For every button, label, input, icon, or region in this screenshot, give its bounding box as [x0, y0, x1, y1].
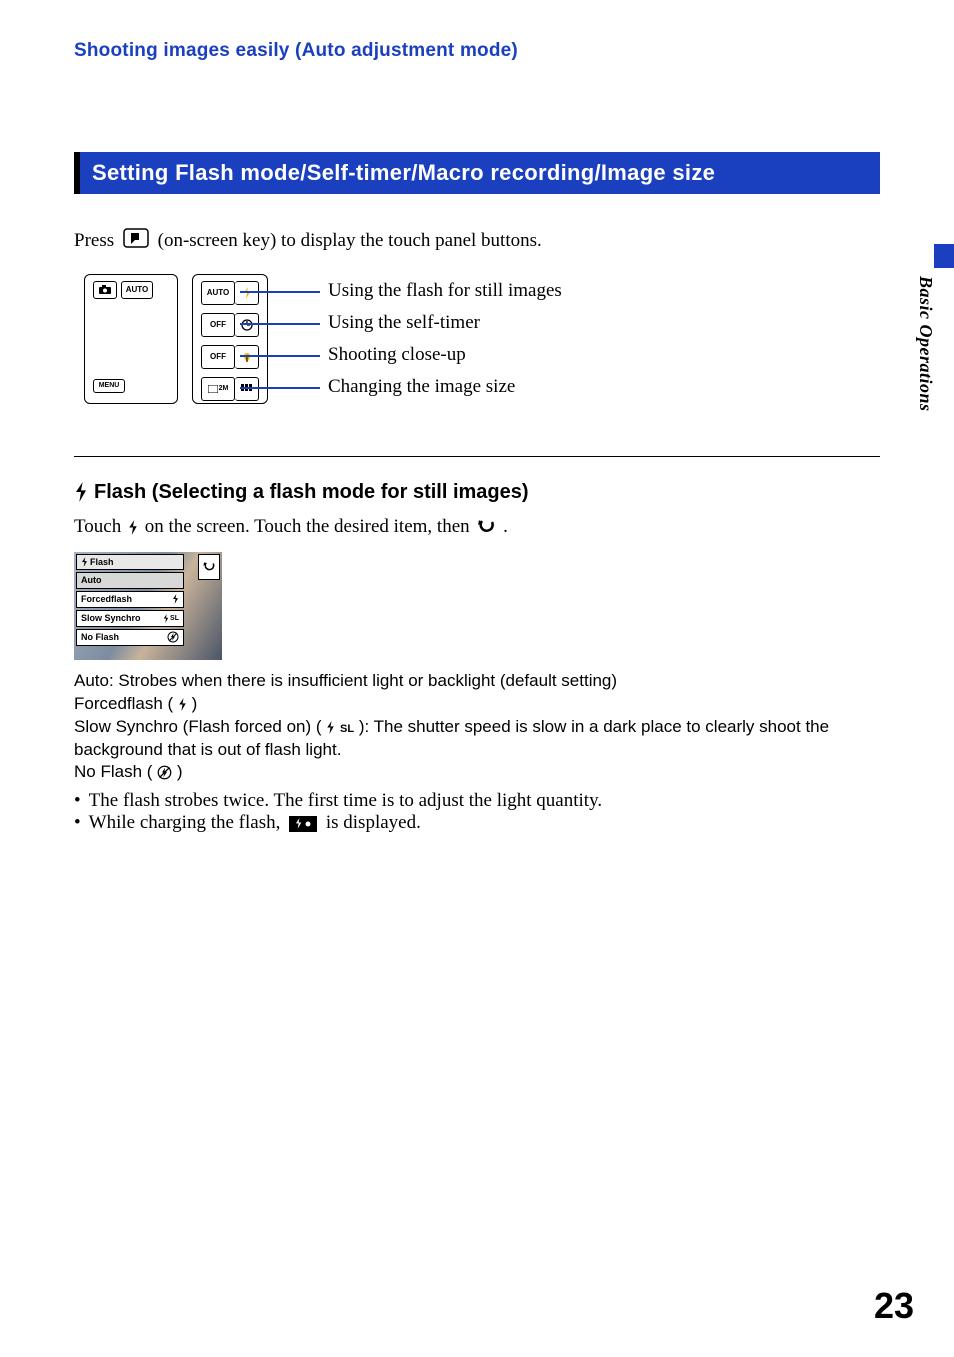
- desc-noflash: No Flash ( ): [74, 761, 880, 784]
- screen-before: AUTO MENU: [84, 274, 178, 404]
- callout-line: [240, 291, 320, 293]
- flash-subheading-text: Flash (Selecting a flash mode for still …: [94, 481, 529, 504]
- section-title-bar: Setting Flash mode/Self-timer/Macro reco…: [74, 152, 880, 194]
- touch-text-3: .: [503, 516, 508, 537]
- flash-menu-header: Flash: [76, 554, 184, 570]
- sl-suffix: SL: [170, 615, 179, 622]
- press-text-after: (on-screen key) to display the touch pan…: [158, 230, 542, 251]
- self-timer-icon: [235, 313, 259, 337]
- press-text-before: Press: [74, 230, 119, 251]
- touch-text-2: on the screen. Touch the desired item, t…: [145, 516, 475, 537]
- image-size-text: 2M: [219, 385, 229, 392]
- desc-slowsync-1: Slow Synchro (Flash forced on) ( SL ): T…: [74, 716, 880, 739]
- screen-after: AUTO OFF OFF 2M: [192, 274, 268, 404]
- running-head: Shooting images easily (Auto adjustment …: [74, 40, 880, 62]
- flash-icon: [163, 614, 169, 623]
- flash-option-slowsync: Slow Synchro SL: [76, 610, 184, 627]
- flash-menu-header-text: Flash: [90, 557, 114, 567]
- note-2: • While charging the flash, is displayed…: [74, 812, 880, 834]
- notes-list: •The flash strobes twice. The first time…: [74, 790, 880, 834]
- callout-macro: Shooting close-up: [328, 344, 466, 366]
- desc-forcedflash: Forcedflash ( ): [74, 693, 880, 716]
- return-icon: [476, 519, 496, 535]
- divider: [74, 456, 880, 457]
- flash-descriptions: Auto: Strobes when there is insufficient…: [74, 670, 880, 785]
- note-1: •The flash strobes twice. The first time…: [74, 790, 880, 812]
- back-button: [198, 554, 220, 580]
- desc-slowsync-2: background that is out of flash light.: [74, 739, 880, 762]
- image-size-row: 2M: [201, 377, 259, 401]
- flash-icon: [178, 698, 187, 711]
- menu-button: MENU: [93, 379, 125, 393]
- thumb-tab: [934, 244, 954, 268]
- flash-icon: [74, 482, 88, 502]
- flash-icon: [326, 721, 335, 734]
- callout-imagesize: Changing the image size: [328, 376, 515, 398]
- self-timer-row: OFF: [201, 313, 259, 337]
- flash-icon: [128, 520, 138, 535]
- flash-mode-label: AUTO: [201, 281, 235, 305]
- no-flash-icon: [157, 765, 172, 780]
- macro-label: OFF: [201, 345, 235, 369]
- flash-subheading: Flash (Selecting a flash mode for still …: [74, 481, 880, 504]
- image-quality-icon: [235, 377, 259, 401]
- touch-panel-diagram: AUTO MENU AUTO OFF OFF: [74, 274, 880, 424]
- callout-line: [240, 387, 320, 389]
- macro-row: OFF: [201, 345, 259, 369]
- side-section-label: Basic Operations: [915, 276, 936, 412]
- flash-charging-icon: [289, 816, 317, 832]
- auto-mode-button: AUTO: [121, 281, 153, 299]
- callout-line: [240, 355, 320, 357]
- callout-line: [240, 323, 320, 325]
- touch-instruction: Touch on the screen. Touch the desired i…: [74, 516, 880, 538]
- sl-suffix: SL: [340, 723, 354, 735]
- desc-auto: Auto: Strobes when there is insufficient…: [74, 670, 880, 693]
- camera-icon: [93, 281, 117, 299]
- flash-icon: [172, 594, 179, 604]
- image-size-label: 2M: [201, 377, 235, 401]
- flash-icon: [235, 281, 259, 305]
- flash-option-forced: Forcedflash: [76, 591, 184, 608]
- onscreen-key-icon: [123, 228, 149, 256]
- callout-labels: Using the flash for still images Using t…: [268, 274, 880, 404]
- press-instruction: Press (on-screen key) to display the tou…: [74, 228, 880, 256]
- flash-menu-preview: Flash Auto Forcedflash Slow Synchro SL N…: [74, 552, 222, 660]
- macro-icon: [235, 345, 259, 369]
- flash-option-auto: Auto: [76, 572, 184, 589]
- callout-flash: Using the flash for still images: [328, 280, 562, 302]
- no-flash-icon: [167, 631, 179, 643]
- touch-text-1: Touch: [74, 516, 126, 537]
- self-timer-label: OFF: [201, 313, 235, 337]
- page-number: 23: [874, 1285, 914, 1327]
- flash-option-noflash: No Flash: [76, 629, 184, 646]
- callout-selftimer: Using the self-timer: [328, 312, 480, 334]
- flash-mode-row: AUTO: [201, 281, 259, 305]
